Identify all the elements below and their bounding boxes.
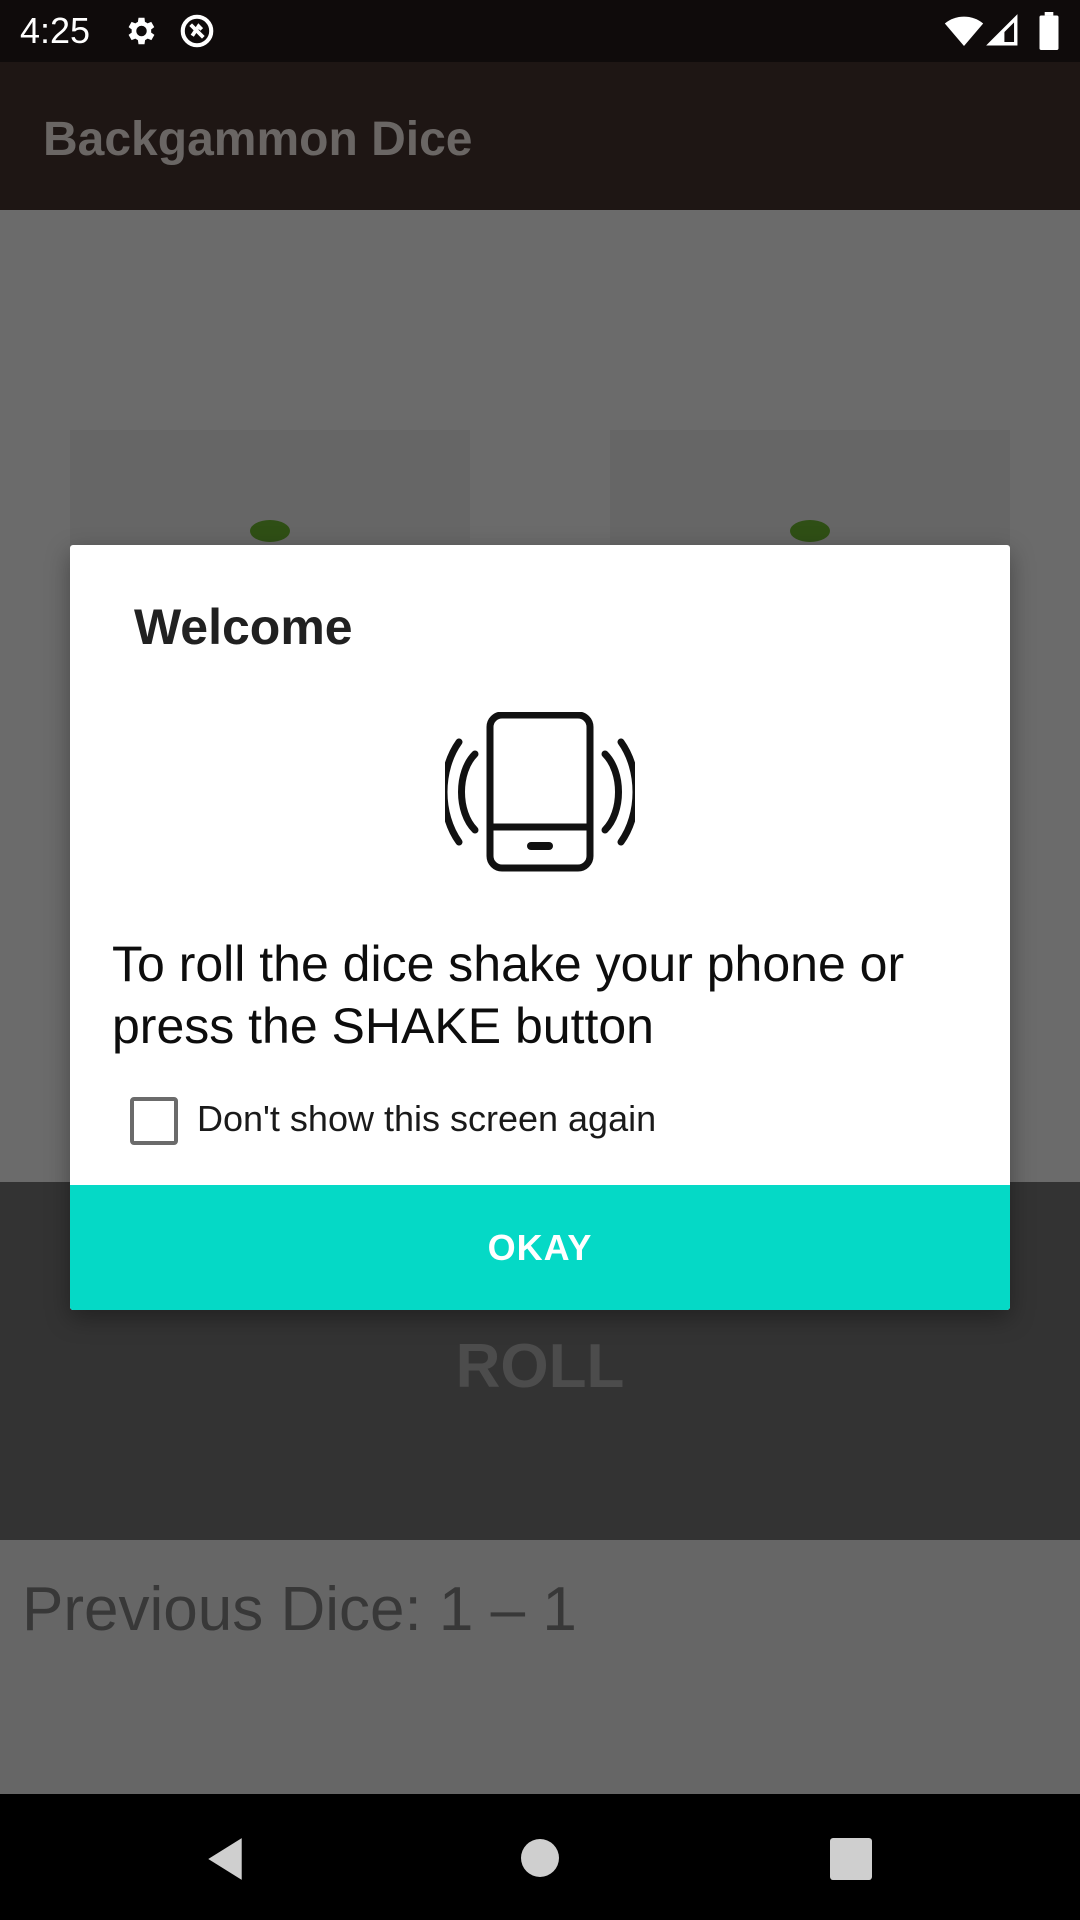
data-saver-icon bbox=[180, 14, 214, 48]
die-pip bbox=[790, 520, 830, 542]
phone-shake-icon bbox=[445, 712, 635, 872]
dialog-message: To roll the dice shake your phone or pre… bbox=[112, 936, 905, 1054]
recents-icon[interactable] bbox=[830, 1838, 872, 1880]
signal-icon bbox=[986, 14, 1018, 46]
dont-show-again-row[interactable]: Don't show this screen again bbox=[130, 1095, 830, 1147]
app-title: Backgammon Dice bbox=[43, 113, 473, 166]
dont-show-again-checkbox[interactable] bbox=[130, 1097, 178, 1145]
die-pip bbox=[250, 520, 290, 542]
okay-button[interactable]: OKAY bbox=[70, 1185, 1010, 1310]
welcome-dialog: Welcome To roll the dice shake your phon… bbox=[70, 545, 1010, 1310]
status-time: 4:25 bbox=[20, 10, 91, 51]
gear-icon bbox=[128, 17, 155, 45]
battery-icon bbox=[1039, 12, 1059, 50]
status-bar: 4:25 bbox=[0, 0, 1080, 62]
roll-label: ROLL bbox=[455, 1332, 625, 1401]
okay-button-label: OKAY bbox=[487, 1227, 593, 1268]
dialog-title: Welcome bbox=[134, 599, 353, 655]
back-icon[interactable] bbox=[204, 1836, 246, 1882]
dont-show-again-label[interactable]: Don't show this screen again bbox=[197, 1095, 656, 1143]
wifi-icon bbox=[944, 16, 984, 46]
previous-dice-text: Previous Dice: 1 – 1 bbox=[22, 1575, 577, 1644]
home-icon[interactable] bbox=[520, 1838, 560, 1878]
